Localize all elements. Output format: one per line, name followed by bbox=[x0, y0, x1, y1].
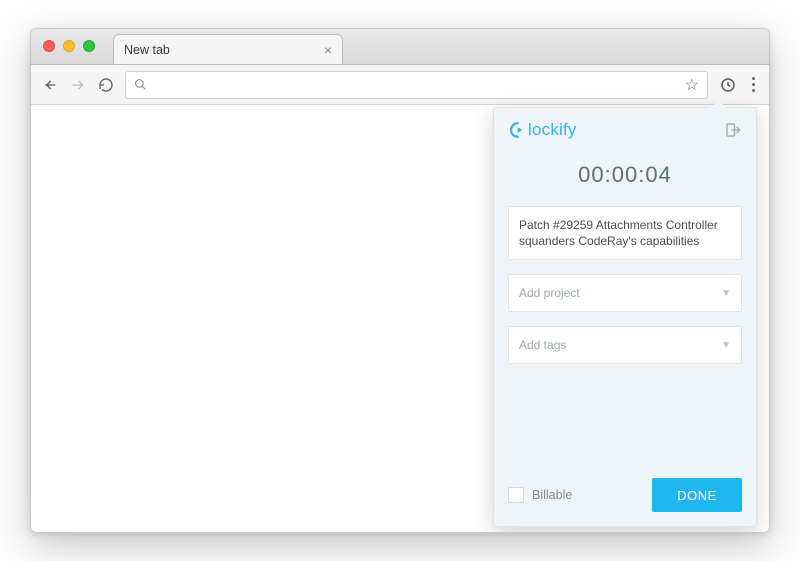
window-controls bbox=[43, 40, 95, 52]
done-button[interactable]: DONE bbox=[652, 478, 742, 512]
bookmark-star-icon[interactable]: ☆ bbox=[685, 75, 699, 95]
address-bar[interactable]: ☆ bbox=[125, 71, 708, 99]
tags-placeholder: Add tags bbox=[519, 338, 566, 352]
popup-header: lockify bbox=[494, 108, 756, 148]
toolbar: ☆ bbox=[31, 65, 769, 105]
tags-select[interactable]: Add tags ▼ bbox=[508, 326, 742, 364]
clockify-logo-icon bbox=[508, 121, 526, 139]
window-minimize-button[interactable] bbox=[63, 40, 75, 52]
window-close-button[interactable] bbox=[43, 40, 55, 52]
project-placeholder: Add project bbox=[519, 286, 580, 300]
billable-label: Billable bbox=[532, 488, 572, 502]
titlebar: New tab × bbox=[31, 29, 769, 65]
timer-display: 00:00:04 bbox=[494, 148, 756, 206]
chevron-down-icon: ▼ bbox=[721, 340, 731, 351]
tab-close-icon[interactable]: × bbox=[324, 43, 332, 57]
window-maximize-button[interactable] bbox=[83, 40, 95, 52]
logout-icon[interactable] bbox=[724, 121, 742, 139]
popup-footer: Billable DONE bbox=[494, 464, 756, 526]
billable-toggle[interactable]: Billable bbox=[508, 487, 572, 503]
browser-window: New tab × ☆ bbox=[30, 28, 770, 533]
forward-button[interactable] bbox=[69, 76, 87, 94]
browser-menu-button[interactable] bbox=[748, 77, 759, 92]
back-button[interactable] bbox=[41, 76, 59, 94]
search-icon bbox=[134, 78, 147, 91]
clockify-popup: lockify 00:00:04 Patch #29259 Attachment… bbox=[493, 107, 757, 527]
page-content: lockify 00:00:04 Patch #29259 Attachment… bbox=[31, 105, 769, 532]
clockify-logo: lockify bbox=[508, 120, 577, 140]
chevron-down-icon: ▼ bbox=[721, 288, 731, 299]
clockify-logo-text: lockify bbox=[528, 120, 577, 140]
tab-title: New tab bbox=[124, 43, 170, 57]
browser-tab[interactable]: New tab × bbox=[113, 34, 343, 64]
address-input[interactable] bbox=[155, 77, 677, 92]
clockify-extension-icon[interactable] bbox=[718, 75, 738, 95]
billable-checkbox[interactable] bbox=[508, 487, 524, 503]
description-field[interactable]: Patch #29259 Attachments Controller squa… bbox=[508, 206, 742, 260]
project-select[interactable]: Add project ▼ bbox=[508, 274, 742, 312]
reload-button[interactable] bbox=[97, 76, 115, 94]
